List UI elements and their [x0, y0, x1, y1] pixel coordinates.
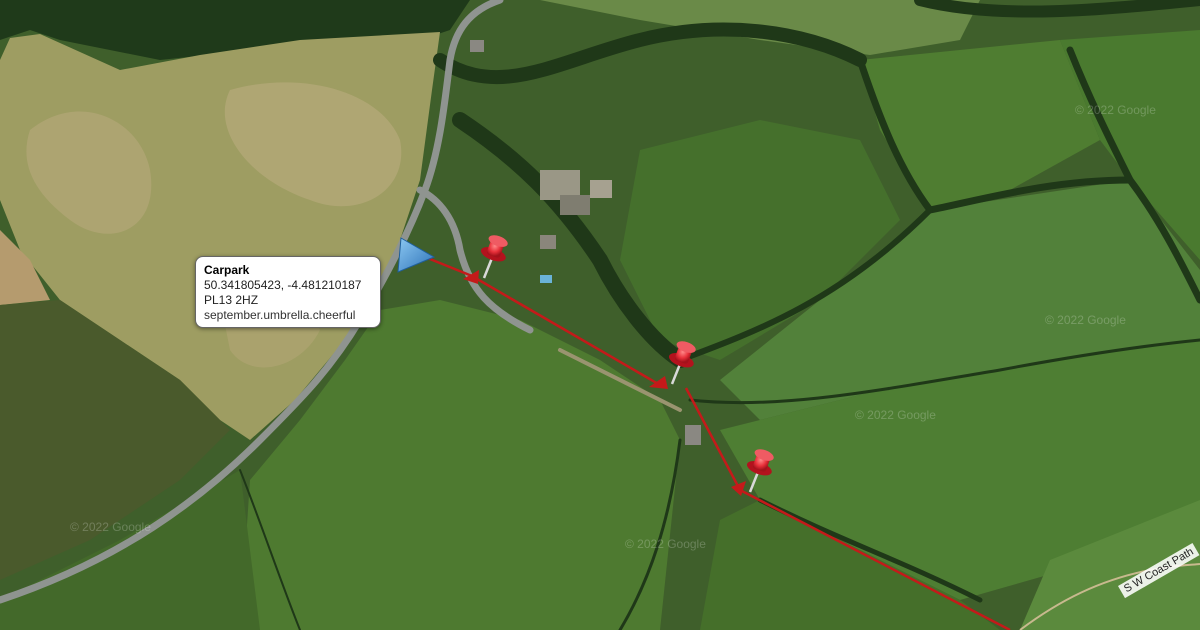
map-watermark: © 2022 Google [625, 537, 706, 551]
map-watermark: © 2022 Google [70, 520, 151, 534]
popup-coordinates: 50.341805423, -4.481210187 [204, 278, 362, 292]
location-info-popup[interactable]: Carpark 50.341805423, -4.481210187 PL13 … [195, 256, 381, 328]
popup-what3words: september.umbrella.cheerful [204, 308, 356, 322]
map-watermark: © 2022 Google [1045, 313, 1126, 327]
map-watermark: © 2022 Google [855, 408, 936, 422]
map-watermark: © 2022 Google [1075, 103, 1156, 117]
satellite-map[interactable] [0, 0, 1200, 630]
popup-postcode: PL13 2HZ [204, 293, 259, 307]
popup-title: Carpark [204, 263, 250, 277]
